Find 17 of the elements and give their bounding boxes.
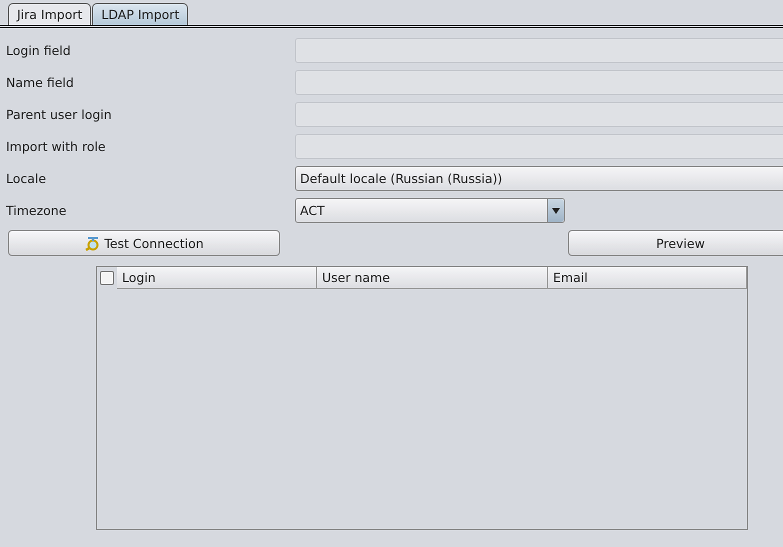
magnifier-icon bbox=[84, 235, 100, 251]
locale-dropdown[interactable]: Default locale (Russian (Russia)) bbox=[295, 166, 783, 191]
field-label: Name field bbox=[6, 74, 75, 92]
tab[interactable]: LDAP Import bbox=[92, 3, 188, 25]
column-header[interactable]: Email bbox=[548, 267, 747, 289]
column-header[interactable]: Login bbox=[117, 267, 317, 289]
test-connection-button[interactable]: Test Connection bbox=[8, 230, 280, 256]
tab[interactable]: Jira Import bbox=[8, 3, 92, 25]
field-label: Parent user login bbox=[6, 106, 113, 124]
field-label: Timezone bbox=[6, 202, 68, 220]
field-label: Import with role bbox=[6, 138, 107, 156]
select-all-checkbox[interactable] bbox=[100, 271, 114, 285]
timezone-combo[interactable]: ACT bbox=[295, 198, 565, 223]
field-label: Login field bbox=[6, 42, 72, 60]
column-header[interactable]: User name bbox=[317, 267, 548, 289]
field-label: Locale bbox=[6, 170, 48, 188]
preview-button[interactable]: Preview bbox=[568, 230, 783, 256]
